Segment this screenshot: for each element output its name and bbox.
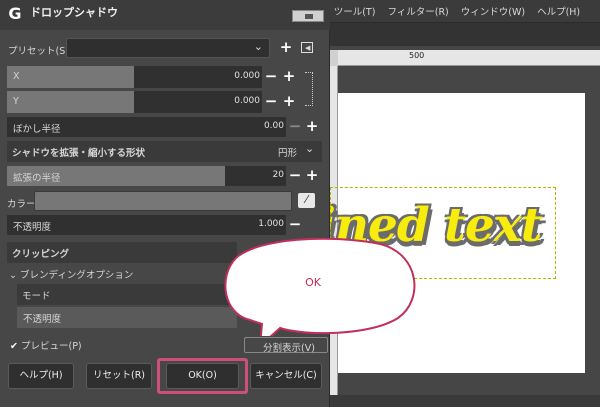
x-minus-icon[interactable]: − xyxy=(264,69,278,84)
split-view-checkbox[interactable]: 分割表示(V) xyxy=(244,337,328,354)
grow-shape-combo[interactable]: シャドウを拡張・縮小する形状 円形 ⌄ xyxy=(7,141,322,162)
add-preset-icon[interactable]: + xyxy=(279,40,293,55)
chevron-down-icon: ⌄ xyxy=(305,142,315,155)
image-tab-bar xyxy=(322,22,600,46)
split-view-label: 分割表示(V) xyxy=(263,343,315,354)
blend-opacity-slider[interactable]: 不透明度 xyxy=(17,307,237,328)
color-picker-icon[interactable]: ⁄ xyxy=(298,193,315,208)
x-offset-slider[interactable]: X 0.000 xyxy=(7,66,262,88)
x-offset-value: 0.000 xyxy=(234,71,260,81)
grow-radius-value: 20 xyxy=(272,170,284,180)
gimp-logo-icon: G xyxy=(5,4,25,24)
preview-thumbnail-icon xyxy=(292,10,324,22)
y-plus-icon[interactable]: + xyxy=(282,94,296,109)
status-bar xyxy=(322,395,600,407)
grow-radius-label: 拡張の半径 xyxy=(13,173,61,184)
y-offset-slider[interactable]: Y 0.000 xyxy=(7,91,262,113)
x-offset-fill xyxy=(7,66,134,88)
checkmark-icon: ✔ xyxy=(10,341,18,352)
preset-combo[interactable]: ⌄ xyxy=(66,38,270,58)
grow-radius-slider[interactable]: 拡張の半径 20 xyxy=(7,166,286,186)
opacity-minus-icon[interactable]: − xyxy=(288,217,302,232)
blur-plus-icon[interactable]: + xyxy=(305,119,319,134)
y-minus-icon[interactable]: − xyxy=(264,94,278,109)
blur-radius-value: 0.00 xyxy=(263,121,284,131)
opacity-value: 1.000 xyxy=(258,219,284,229)
blend-opacity-label: 不透明度 xyxy=(23,314,62,325)
preview-checkbox[interactable]: ✔ プレビュー(P) xyxy=(10,338,82,352)
preset-label: プリセット(S): xyxy=(8,46,73,57)
mode-combo[interactable]: モード xyxy=(17,284,237,305)
dialog-title: ドロップシャドウ xyxy=(30,6,118,19)
cancel-button[interactable]: キャンセル(C) xyxy=(250,363,322,389)
grow-shape-value: 円形 xyxy=(278,148,298,159)
blur-radius-slider[interactable]: ぼかし半径 0.00 xyxy=(7,117,286,137)
x-offset-label: X xyxy=(13,71,20,82)
callout-text: OK xyxy=(305,276,321,289)
ok-button-highlight xyxy=(157,358,248,394)
blur-radius-label: ぼかし半径 xyxy=(13,124,61,135)
grow-shape-label: シャドウを拡張・縮小する形状 xyxy=(12,148,146,159)
mode-label: モード xyxy=(22,291,51,302)
drop-shadow-dialog: G ドロップシャドウ プリセット(S): ⌄ + ◀ X 0.000 − + Y… xyxy=(0,0,330,407)
horizontal-ruler[interactable]: 500 xyxy=(338,50,600,66)
clipping-label: クリッピング xyxy=(12,249,70,260)
preview-label: プレビュー(P) xyxy=(21,341,82,352)
opacity-slider[interactable]: 不透明度 1.000 xyxy=(7,215,286,235)
opacity-label: 不透明度 xyxy=(13,222,52,233)
menu-windows[interactable]: ウィンドウ(W) xyxy=(461,4,525,18)
y-offset-label: Y xyxy=(13,96,19,107)
chevron-down-icon: ⌄ xyxy=(9,270,17,281)
menu-help[interactable]: ヘルプ(H) xyxy=(537,4,580,18)
menu-tools[interactable]: ツール(T) xyxy=(334,4,376,18)
y-offset-value: 0.000 xyxy=(234,96,260,106)
grow-minus-icon[interactable]: − xyxy=(288,168,302,183)
x-plus-icon[interactable]: + xyxy=(282,69,296,84)
menu-filters[interactable]: フィルター(R) xyxy=(387,4,448,18)
blending-options-expander[interactable]: ⌄ ブレンディングオプション xyxy=(9,267,133,281)
help-button[interactable]: ヘルプ(H) xyxy=(8,363,74,389)
ruler-mark-label: 500 xyxy=(409,51,425,60)
blur-minus-icon[interactable]: − xyxy=(288,119,302,134)
y-offset-fill xyxy=(7,91,134,113)
menubar: ) ツール(T) フィルター(R) ウィンドウ(W) ヘルプ(H) xyxy=(318,0,600,22)
blending-options-label: ブレンディングオプション xyxy=(20,270,134,281)
grow-plus-icon[interactable]: + xyxy=(305,168,319,183)
preset-menu-icon[interactable]: ◀ xyxy=(301,42,313,53)
color-label: カラー xyxy=(7,199,36,210)
chevron-down-icon: ⌄ xyxy=(253,40,263,53)
shadow-color-button[interactable] xyxy=(34,191,292,211)
chain-link-icon[interactable] xyxy=(305,72,313,106)
reset-button[interactable]: リセット(R) xyxy=(86,363,152,389)
clipping-combo[interactable]: クリッピング xyxy=(7,242,237,263)
